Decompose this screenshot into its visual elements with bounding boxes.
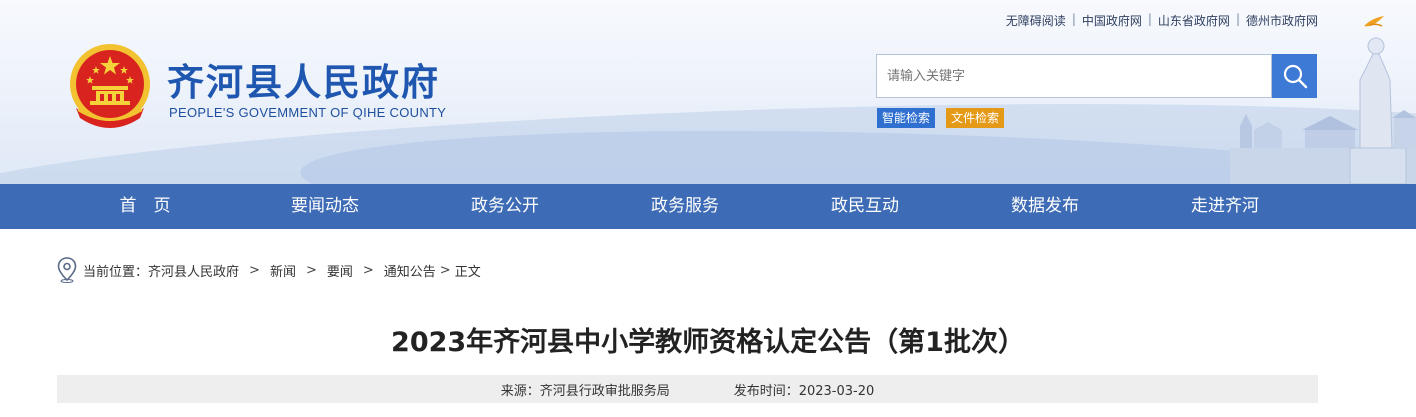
main-nav: 首 页 要闻动态 政务公开 政务服务 政民互动 数据发布 走进齐河	[0, 184, 1416, 229]
shandong-gov-link[interactable]: 山东省政府网	[1158, 12, 1230, 29]
top-links: 无障碍阅读 | 中国政府网 | 山东省政府网 | 德州市政府网	[1006, 12, 1318, 29]
breadcrumb-notices[interactable]: 通知公告	[384, 261, 436, 280]
nav-interaction[interactable]: 政民互动	[775, 184, 955, 229]
breadcrumb-news[interactable]: 新闻	[270, 261, 296, 280]
china-gov-link[interactable]: 中国政府网	[1082, 12, 1142, 29]
link-separator: |	[1235, 12, 1240, 26]
breadcrumb-separator: >	[249, 262, 260, 278]
breadcrumb-current: 正文	[454, 264, 481, 280]
nav-data-release[interactable]: 数据发布	[955, 184, 1135, 229]
article-title: 2023年齐河县中小学教师资格认定公告（第1批次）	[391, 327, 1025, 358]
smart-search-button[interactable]: 智能检索	[877, 108, 936, 128]
site-subtitle: PEOPLE'S GOVEMMENT OF QIHE COUNTY	[169, 105, 447, 120]
breadcrumb-separator: >	[305, 262, 317, 278]
nav-gov-services[interactable]: 政务服务	[595, 184, 775, 229]
bird-icon	[1364, 16, 1384, 27]
site-header: 无障碍阅读 | 中国政府网 | 山东省政府网 | 德州市政府网 齐河县人民政府 …	[0, 0, 1416, 184]
breadcrumb-home[interactable]: 齐河县人民政府	[148, 261, 239, 280]
link-separator: |	[1071, 12, 1076, 26]
nav-gov-affairs-open[interactable]: 政务公开	[415, 184, 595, 229]
breadcrumb-headlines[interactable]: 要闻	[327, 261, 353, 280]
statue-illustration	[1230, 37, 1416, 184]
article-publish-date: 发布时间：2023-03-20	[733, 383, 875, 399]
article-source: 来源：齐河县行政审批服务局	[500, 383, 670, 399]
location-pin-icon	[57, 257, 77, 283]
breadcrumb-separator: >	[362, 262, 374, 278]
breadcrumb-separator: >	[439, 262, 451, 278]
file-search-button[interactable]: 文件检索	[946, 108, 1005, 128]
article-meta-bar: 来源：齐河县行政审批服务局 发布时间：2023-03-20	[57, 375, 1318, 403]
accessibility-link[interactable]: 无障碍阅读	[1006, 12, 1066, 29]
site-title[interactable]: 齐河县人民政府	[167, 52, 440, 106]
national-emblem[interactable]	[58, 38, 162, 138]
nav-about-qihe[interactable]: 走进齐河	[1135, 184, 1315, 229]
nav-news[interactable]: 要闻动态	[235, 184, 415, 229]
breadcrumb-prefix: 当前位置：	[83, 264, 149, 280]
nav-home[interactable]: 首 页	[55, 184, 235, 229]
dezhou-gov-link[interactable]: 德州市政府网	[1246, 12, 1318, 29]
breadcrumb: 当前位置： 齐河县人民政府 > 新闻 > 要闻 > 通知公告 > 正文	[57, 257, 481, 283]
link-separator: |	[1147, 12, 1152, 26]
